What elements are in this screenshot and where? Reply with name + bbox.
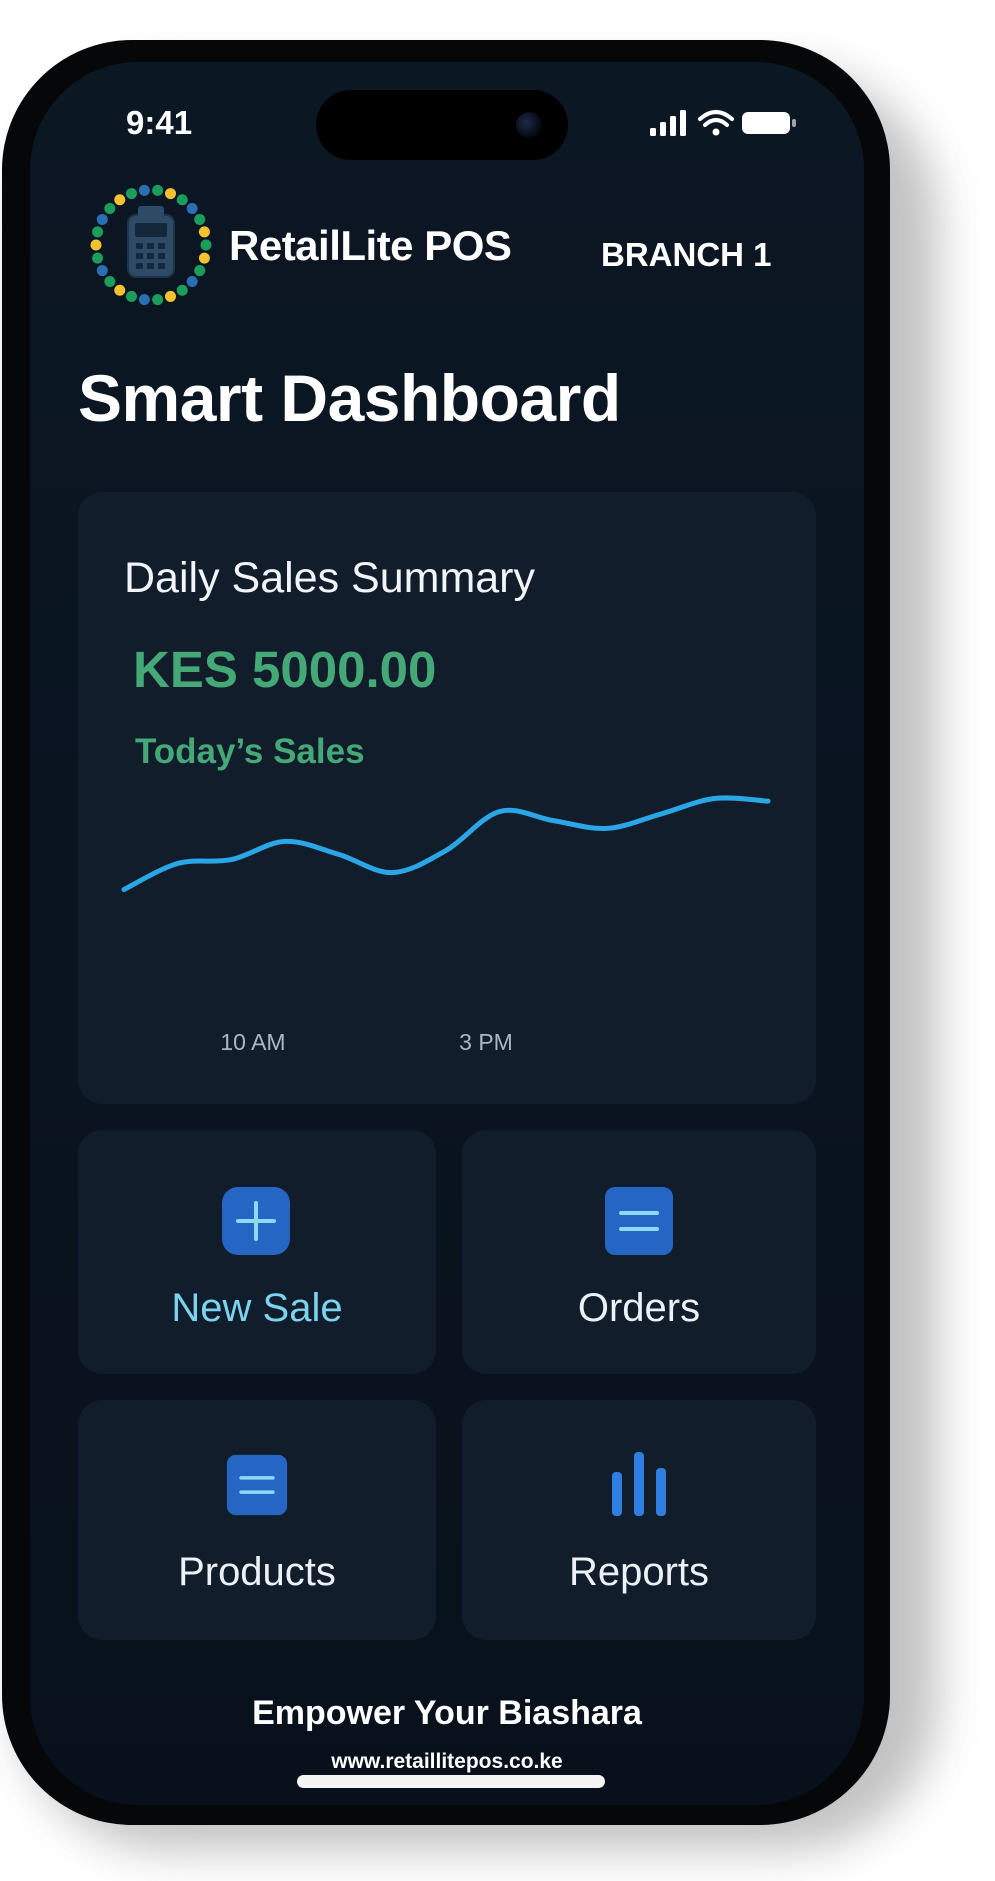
logo-dot xyxy=(104,275,116,287)
sales-series-line xyxy=(121,795,771,892)
status-time: 9:41 xyxy=(126,104,193,141)
logo-dot xyxy=(198,252,210,264)
products-label: Products xyxy=(178,1550,336,1594)
wifi-icon xyxy=(698,110,734,136)
plus-icon xyxy=(222,1187,290,1255)
logo-dot xyxy=(198,226,210,238)
brand-name: RetailLite POS xyxy=(229,222,512,269)
bar-chart-icon xyxy=(612,1452,666,1516)
logo-dot xyxy=(165,290,177,302)
logo-dot xyxy=(125,290,137,302)
page-title: Smart Dashboard xyxy=(78,361,621,435)
phone-frame: 9:41 RetailLite POS BRANCH 1 Smart Dashb… xyxy=(2,40,890,1825)
logo-dot xyxy=(138,294,150,306)
logo-dot xyxy=(200,239,212,251)
logo-dot xyxy=(125,188,137,200)
pos-terminal-icon xyxy=(127,206,175,278)
logo-dot xyxy=(114,194,126,206)
camera-icon xyxy=(516,112,542,138)
logo-dot xyxy=(92,226,104,238)
logo-dot xyxy=(114,284,126,296)
logo-dot xyxy=(186,203,198,215)
logo-dot xyxy=(90,239,102,251)
app-screen: 9:41 RetailLite POS BRANCH 1 Smart Dashb… xyxy=(30,62,864,1805)
logo-dot xyxy=(152,294,164,306)
reports-button[interactable]: Reports xyxy=(462,1400,816,1640)
logo-dot xyxy=(176,194,188,206)
pos-terminal-logo xyxy=(90,184,212,306)
x-tick-label: 10 AM xyxy=(220,1029,285,1055)
logo-dot xyxy=(152,184,164,196)
branch-label: BRANCH 1 xyxy=(601,236,772,273)
dynamic-island xyxy=(316,90,568,160)
logo-dot xyxy=(186,275,198,287)
logo-dot xyxy=(194,213,206,225)
x-tick-label: 3 PM xyxy=(459,1029,513,1055)
list-icon xyxy=(226,1454,288,1516)
logo-dot xyxy=(104,203,116,215)
logo-dot xyxy=(138,184,150,196)
logo-dot xyxy=(165,188,177,200)
logo-dot xyxy=(176,284,188,296)
list-icon xyxy=(605,1187,673,1255)
daily-sales-card[interactable]: Daily Sales Summary KES 5000.00 Today’s … xyxy=(78,492,816,1104)
products-button[interactable]: Products xyxy=(78,1400,436,1640)
logo-dot xyxy=(92,252,104,264)
new-sale-label: New Sale xyxy=(171,1286,343,1330)
battery-icon xyxy=(742,112,796,134)
home-indicator[interactable] xyxy=(297,1775,605,1788)
signal-icon xyxy=(650,110,686,136)
reports-label: Reports xyxy=(568,1550,710,1594)
new-sale-button[interactable]: New Sale xyxy=(78,1130,436,1374)
logo-dot xyxy=(194,265,206,277)
status-icons xyxy=(650,110,796,136)
sales-line-chart: 10 AM 3 PM xyxy=(121,795,771,1055)
footer-slogan: Empower Your Biashara xyxy=(252,1694,642,1732)
footer-url[interactable]: www.retaillitepos.co.ke xyxy=(30,1750,864,1774)
logo-dot xyxy=(96,213,108,225)
orders-button[interactable]: Orders xyxy=(462,1130,816,1374)
orders-label: Orders xyxy=(577,1286,701,1330)
logo-dot xyxy=(96,265,108,277)
